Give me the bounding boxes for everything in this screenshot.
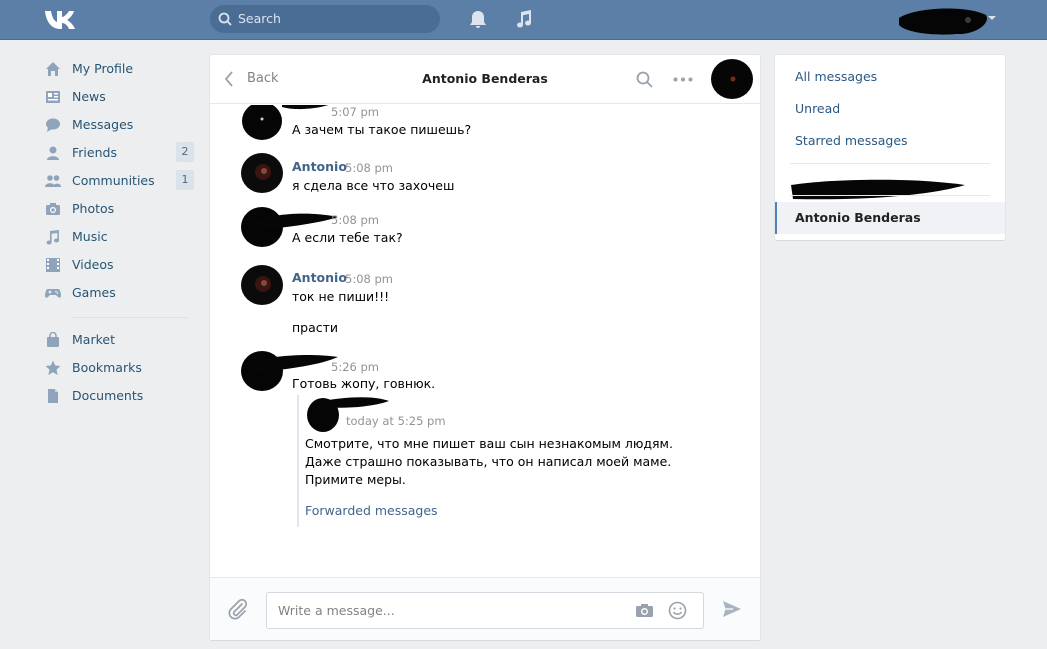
composer: Write a message... — [210, 577, 760, 640]
document-icon — [48, 389, 58, 403]
forwarded-time: today at 5:25 pm — [346, 414, 446, 428]
forwarded-line: Смотрите, что мне пишет ваш сын незнаком… — [305, 436, 673, 451]
message-time: 5:08 pm — [331, 213, 379, 227]
home-icon — [46, 62, 60, 76]
search-icon — [218, 12, 232, 26]
nav-label: Music — [72, 229, 108, 244]
divider — [790, 195, 990, 196]
music-note-icon[interactable] — [515, 10, 533, 29]
nav-label: Photos — [72, 201, 115, 216]
nav-label: Documents — [72, 388, 144, 403]
nav-item-my-profile[interactable]: My Profile — [44, 56, 194, 84]
nav-label: Communities — [72, 173, 155, 188]
user-avatar[interactable] — [896, 3, 990, 37]
send-icon[interactable] — [722, 600, 742, 618]
top-bar: Search — [0, 0, 1047, 40]
message-time: 5:08 pm — [345, 161, 393, 175]
message-time: 5:07 pm — [331, 105, 379, 119]
gamepad-icon — [45, 289, 61, 298]
message-author[interactable]: Antonio — [292, 270, 347, 285]
message-input-placeholder: Write a message... — [278, 603, 395, 618]
message-text: я сдела все что захочеш — [292, 178, 455, 193]
nav-label: Messages — [72, 117, 134, 132]
nav-item-photos[interactable]: Photos — [44, 196, 194, 224]
friends-icon — [47, 146, 59, 160]
redaction-scribble — [282, 105, 329, 110]
avatar — [241, 265, 283, 305]
forwarded-text: Смотрите, что мне пишет ваш сын незнаком… — [305, 435, 673, 489]
search-input[interactable]: Search — [238, 11, 281, 26]
forwarded-line: Даже страшно показывать, что он написал … — [305, 454, 672, 469]
message-text: А если тебе так? — [292, 230, 403, 245]
nav-item-communities[interactable]: Communities 1 — [44, 168, 194, 196]
forwarded-line: Примите меры. — [305, 472, 406, 487]
nav-item-friends[interactable]: Friends 2 — [44, 140, 194, 168]
dialog-item-active[interactable]: Antonio Benderas — [775, 202, 1005, 234]
forwarded-message: today at 5:25 pm Смотрите, что мне пишет… — [297, 395, 677, 527]
message-text: ток не пиши!!! — [292, 289, 390, 304]
nav-label: News — [72, 89, 106, 104]
messages-icon — [46, 118, 60, 132]
bell-icon[interactable] — [469, 10, 487, 29]
nav-label: Games — [72, 285, 116, 300]
nav-label: Bookmarks — [72, 360, 142, 375]
chat-header: Back Antonio Benderas — [210, 55, 760, 104]
redacted-dialog-item[interactable] — [789, 175, 969, 205]
nav-item-documents[interactable]: Documents — [44, 383, 194, 411]
message-text: Готовь жопу, говнюк. — [292, 376, 436, 391]
message-input[interactable]: Write a message... — [266, 592, 704, 629]
search-icon[interactable] — [636, 71, 653, 88]
nav-item-videos[interactable]: Videos — [44, 252, 194, 280]
camera-icon[interactable] — [635, 603, 654, 618]
nav-item-market[interactable]: Market — [44, 327, 194, 355]
left-nav: My Profile News Messages Friends 2 Commu… — [44, 56, 194, 411]
chat-panel: Back Antonio Benderas 5:07 pm А зачем ты… — [210, 55, 760, 640]
dialog-filter-panel: All messages Unread Starred messages Ant… — [775, 55, 1005, 240]
message-time: 5:08 pm — [345, 272, 393, 286]
communities-count-badge: 1 — [176, 170, 194, 190]
search-box[interactable]: Search — [210, 5, 440, 33]
nav-item-music[interactable]: Music — [44, 224, 194, 252]
nav-label: Market — [72, 332, 115, 347]
star-icon — [45, 360, 61, 375]
nav-label: Friends — [72, 145, 117, 160]
more-icon[interactable] — [673, 77, 693, 82]
message-text: А зачем ты такое пишешь? — [292, 122, 472, 137]
nav-divider — [72, 317, 188, 318]
news-icon — [46, 91, 60, 103]
vk-logo-icon[interactable] — [44, 9, 78, 29]
friends-count-badge: 2 — [176, 142, 194, 162]
nav-item-news[interactable]: News — [44, 84, 194, 112]
nav-label: Videos — [72, 257, 114, 272]
avatar — [241, 153, 283, 193]
unread-link[interactable]: Unread — [795, 101, 840, 116]
nav-item-bookmarks[interactable]: Bookmarks — [44, 355, 194, 383]
emoji-icon[interactable] — [668, 601, 687, 620]
music-icon — [46, 230, 59, 245]
film-icon — [46, 258, 60, 272]
contact-avatar[interactable] — [710, 58, 754, 100]
camera-icon — [46, 203, 60, 215]
message-time: 5:26 pm — [331, 360, 379, 374]
bag-icon — [47, 332, 59, 347]
all-messages-link[interactable]: All messages — [795, 69, 877, 84]
starred-messages-link[interactable]: Starred messages — [795, 133, 908, 148]
message-text: прасти — [292, 320, 339, 335]
dialog-item-label: Antonio Benderas — [795, 210, 921, 225]
communities-icon — [45, 175, 61, 187]
message-author[interactable]: Antonio — [292, 159, 347, 174]
paperclip-icon[interactable] — [228, 598, 248, 620]
message-list: 5:07 pm А зачем ты такое пишешь? Antonio… — [210, 105, 760, 577]
nav-item-games[interactable]: Games — [44, 280, 194, 308]
divider — [790, 163, 990, 164]
nav-item-messages[interactable]: Messages — [44, 112, 194, 140]
chevron-down-icon[interactable] — [988, 16, 996, 20]
nav-label: My Profile — [72, 61, 134, 76]
forwarded-messages-link[interactable]: Forwarded messages — [305, 503, 438, 518]
